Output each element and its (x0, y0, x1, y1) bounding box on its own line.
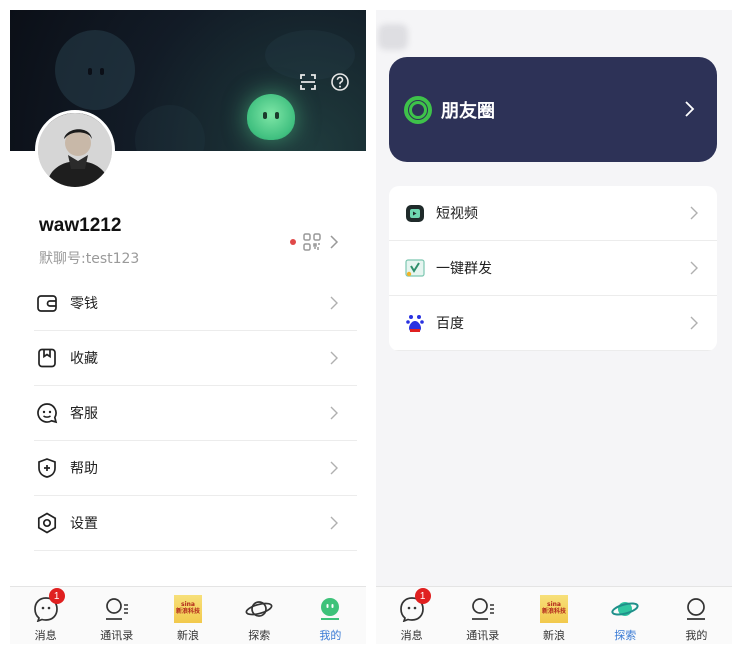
help-icon[interactable] (330, 72, 350, 92)
explore-item-broadcast[interactable]: 一键群发 (389, 241, 717, 296)
tab-label: 消息 (400, 629, 423, 642)
sina-icon: sina 新浪科技 (540, 595, 568, 623)
tab-me[interactable]: 我的 (661, 587, 732, 644)
tab-sina[interactable]: sina 新浪科技 新浪 (152, 587, 223, 644)
banner-blob (55, 30, 135, 110)
menu-label: 客服 (70, 406, 98, 422)
wallet-icon (37, 295, 57, 312)
banner-blob (135, 105, 205, 151)
chevron-right-icon (330, 351, 338, 365)
broadcast-icon (404, 257, 426, 279)
help-shield-icon (38, 458, 56, 478)
tab-explore[interactable]: 探索 (590, 587, 661, 644)
explore-label: 一键群发 (436, 261, 492, 277)
tab-sina[interactable]: sina 新浪科技 新浪 (518, 587, 589, 644)
chevron-right-icon (685, 101, 695, 117)
moments-label: 朋友圈 (441, 101, 495, 122)
chevron-right-icon (330, 406, 338, 420)
settings-icon (37, 512, 57, 534)
menu-item-customer-service[interactable]: 客服 (34, 386, 357, 441)
sina-logo-text: 新浪科技 (175, 608, 200, 615)
profile-screen: waw1212 默聊号:test123 零钱 收藏 客服 帮助 设置 1 消息 … (10, 10, 366, 644)
planet-icon (611, 602, 639, 616)
blob-eye (100, 68, 104, 75)
profile-qr-link[interactable] (290, 232, 350, 252)
tab-label: 我的 (319, 629, 342, 642)
chevron-right-icon (690, 206, 698, 220)
blob-eye (88, 68, 92, 75)
avatar[interactable] (35, 110, 115, 190)
tab-label: 新浪 (543, 629, 565, 642)
explore-item-short-video[interactable]: 短视频 (389, 186, 717, 241)
menu-item-help[interactable]: 帮助 (34, 441, 357, 496)
me-icon (321, 598, 340, 620)
tab-label: 通讯录 (100, 629, 134, 642)
menu-item-wallet[interactable]: 零钱 (34, 276, 357, 331)
scan-icon[interactable] (298, 72, 318, 92)
explore-label: 短视频 (436, 206, 478, 222)
explore-label: 百度 (436, 316, 464, 332)
qr-code-icon (303, 233, 321, 251)
username: waw1212 (39, 215, 122, 236)
tab-messages[interactable]: 1 消息 (10, 587, 81, 644)
moments-card[interactable]: 朋友圈 (389, 57, 717, 162)
short-video-icon (404, 202, 426, 224)
unread-badge: 1 (48, 588, 65, 604)
user-id: 默聊号:test123 (39, 251, 140, 267)
tab-explore[interactable]: 探索 (224, 587, 295, 644)
menu-label: 收藏 (70, 351, 98, 367)
planet-icon (245, 601, 273, 617)
profile-menu: 零钱 收藏 客服 帮助 设置 (34, 276, 357, 551)
chevron-right-icon (690, 316, 698, 330)
explore-item-baidu[interactable]: 百度 (389, 296, 717, 351)
tab-label: 我的 (685, 629, 708, 642)
tab-contacts[interactable]: 通讯录 (447, 587, 518, 644)
chevron-right-icon (330, 516, 338, 530)
ghost-mascot-icon (247, 94, 295, 140)
sina-icon: sina 新浪科技 (174, 595, 202, 623)
tab-label: 通讯录 (466, 629, 500, 642)
baidu-icon (404, 312, 426, 334)
blurred-header-mark (378, 24, 408, 50)
bookmark-icon (38, 348, 56, 368)
unread-badge: 1 (414, 588, 431, 604)
chevron-right-icon (330, 296, 338, 310)
tab-contacts[interactable]: 通讯录 (81, 587, 152, 644)
me-icon (687, 598, 706, 620)
tab-label: 探索 (614, 629, 637, 642)
bottom-tab-bar: 1 消息 通讯录 sina 新浪科技 新浪 探索 我的 (376, 586, 732, 644)
moments-icon (404, 96, 432, 124)
chevron-right-icon (330, 235, 339, 249)
tab-label: 探索 (248, 629, 271, 642)
customer-service-icon (37, 403, 58, 424)
sina-logo-text: 新浪科技 (541, 608, 566, 615)
notification-dot (290, 239, 296, 245)
menu-label: 帮助 (70, 461, 98, 477)
tab-messages[interactable]: 1 消息 (376, 587, 447, 644)
tab-label: 新浪 (177, 629, 199, 642)
explore-screen: 朋友圈 短视频 一键群发 百度 1 消息 通讯录 sina 新浪科技 新浪 探索… (376, 10, 732, 644)
tab-me[interactable]: 我的 (295, 587, 366, 644)
menu-item-settings[interactable]: 设置 (34, 496, 357, 551)
chevron-right-icon (330, 461, 338, 475)
menu-label: 设置 (70, 516, 98, 532)
chevron-right-icon (690, 261, 698, 275)
tab-label: 消息 (34, 629, 57, 642)
contacts-icon (105, 598, 128, 620)
menu-item-favorites[interactable]: 收藏 (34, 331, 357, 386)
explore-list: 短视频 一键群发 百度 (389, 186, 717, 351)
avatar-photo (38, 113, 112, 187)
bottom-tab-bar: 1 消息 通讯录 sina 新浪科技 新浪 探索 我的 (10, 586, 366, 644)
contacts-icon (471, 598, 494, 620)
menu-label: 零钱 (70, 296, 98, 312)
